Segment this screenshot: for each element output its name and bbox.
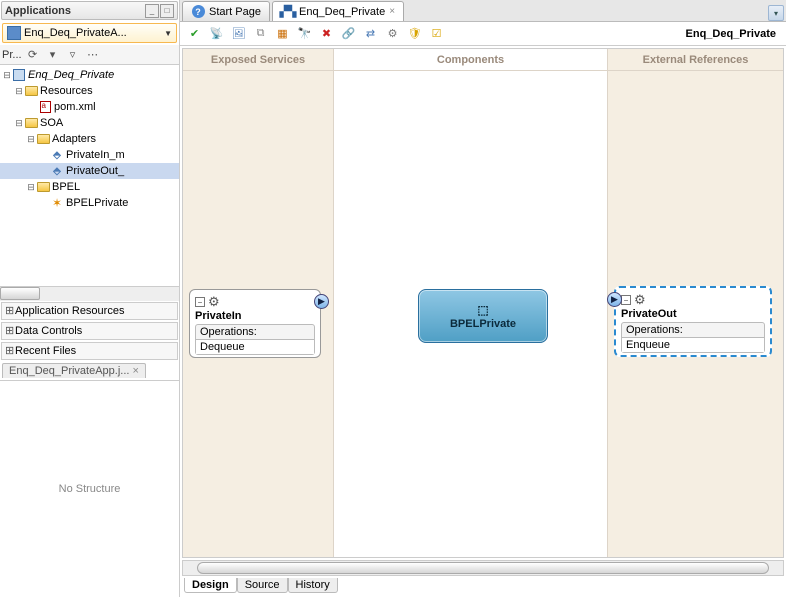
bottom-files-tabs: Enq_Deq_PrivateApp.j... × [0,361,179,381]
binoculars-icon[interactable]: 🔭 [296,25,313,42]
adapter-icon: ⬘ [50,165,64,178]
tree-bpel-folder[interactable]: ⊟ BPEL [0,179,179,195]
collapse-icon[interactable]: − [621,295,631,305]
gear-icon: ⚙ [634,292,646,308]
tree-adapter-out[interactable]: ⬘ PrivateOut_ [0,163,179,179]
tree-hscroll[interactable] [0,286,179,301]
collapse-icon[interactable]: − [195,297,205,307]
bpel-icon: ✶ [50,197,64,210]
close-icon[interactable]: × [389,6,395,17]
gear-icon[interactable]: ⚙ [384,25,401,42]
tab-source[interactable]: Source [237,578,288,593]
tab-start-page[interactable]: ? Start Page [182,1,270,21]
tab-list-button[interactable]: ▾ [768,5,784,21]
wire-out-icon[interactable]: ▶ [314,294,329,309]
tree-pom[interactable]: pom.xml [0,99,179,115]
help-icon: ? [192,5,205,18]
tab-history[interactable]: History [288,578,338,593]
tree-project-root[interactable]: ⊟ Enq_Deq_Private [0,67,179,83]
component-icon[interactable]: ▦ [274,25,291,42]
project-toolbar: Pr... ⟳ ▾ ▿ ⋯ [0,45,179,65]
link-icon[interactable]: 🔗 [340,25,357,42]
lane-exposed: Exposed Services ▶ − ⚙ PrivateIn Operati… [183,49,333,557]
editor-title: Enq_Deq_Private [686,28,776,40]
app-icon [7,26,21,40]
wire-in-icon[interactable]: ▶ [607,292,622,307]
filter-icon[interactable]: ▾ [44,47,62,63]
bpel-icon: ⬚ [477,303,488,317]
gear-icon: ⚙ [208,294,220,310]
tree-soa[interactable]: ⊟ SOA [0,115,179,131]
validate-icon[interactable]: ✔ [186,25,203,42]
refresh-icon[interactable]: ⟳ [24,47,42,63]
bottom-file-tab[interactable]: Enq_Deq_PrivateApp.j... × [2,363,146,378]
tree-adapters[interactable]: ⊟ Adapters [0,131,179,147]
canvas-hscroll[interactable] [182,560,784,576]
panel-restore-button[interactable]: □ [160,4,174,18]
editor-mode-tabs: Design Source History [180,578,786,597]
tab-design[interactable]: Design [184,578,237,593]
antenna-icon[interactable]: 📡 [208,25,225,42]
check-box-icon[interactable]: ☑ [428,25,445,42]
lane-external: External References ▶ − ⚙ PrivateOut Ope… [608,49,783,557]
section-data-controls[interactable]: ⊞Data Controls [1,322,178,340]
copy-icon[interactable]: ⧉ [252,25,269,42]
image-icon[interactable]: 🖼 [230,25,247,42]
service-private-in[interactable]: ▶ − ⚙ PrivateIn Operations: Dequeue [189,289,321,358]
project-tree[interactable]: ⊟ Enq_Deq_Private ⊟ Resources pom.xml ⊟ … [0,65,179,286]
chevron-down-icon: ▼ [164,29,172,38]
panel-minimize-button[interactable]: _ [145,4,159,18]
delete-icon[interactable]: ✖ [318,25,335,42]
reference-private-out[interactable]: ▶ − ⚙ PrivateOut Operations: Enqueue [614,286,772,357]
structure-panel: No Structure [0,381,179,597]
flow-icon[interactable]: ⇄ [362,25,379,42]
application-selector-label: Enq_Deq_PrivateA... [24,27,164,39]
application-selector[interactable]: Enq_Deq_PrivateA... ▼ [2,23,177,43]
tree-adapter-in[interactable]: ⬘ PrivateIn_m [0,147,179,163]
project-label: Pr... [2,49,22,61]
editor-tabs: ? Start Page ▞▚ Enq_Deq_Private × ▾ [180,0,786,22]
tab-composite[interactable]: ▞▚ Enq_Deq_Private × [272,1,404,21]
section-app-resources[interactable]: ⊞Application Resources [1,302,178,320]
funnel-icon[interactable]: ▿ [64,47,82,63]
composite-canvas[interactable]: Exposed Services ▶ − ⚙ PrivateIn Operati… [182,48,784,558]
tree-bpel-file[interactable]: ✶ BPELPrivate [0,195,179,211]
bpel-component[interactable]: ⬚ BPELPrivate [418,289,548,343]
options-icon[interactable]: ⋯ [84,47,102,63]
composite-icon: ▞▚ [281,5,295,19]
applications-panel-header: Applications _ □ [1,1,178,20]
editor-toolbar: ✔ 📡 🖼 ⧉ ▦ 🔭 ✖ 🔗 ⇄ ⚙ 🛡 ☑ Enq_Deq_Private [180,22,786,46]
shield-icon[interactable]: 🛡 [406,25,423,42]
applications-title: Applications [5,5,144,17]
adapter-icon: ⬘ [50,149,64,162]
tree-resources[interactable]: ⊟ Resources [0,83,179,99]
section-recent-files[interactable]: ⊞Recent Files [1,342,178,360]
